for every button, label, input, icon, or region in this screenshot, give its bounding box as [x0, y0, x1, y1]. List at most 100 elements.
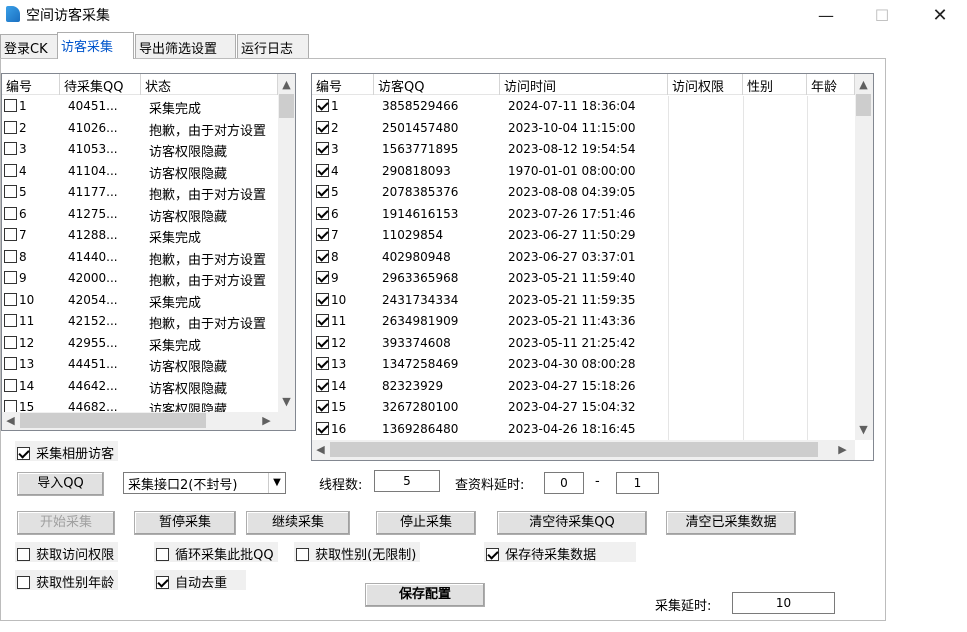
row-checkbox[interactable] — [316, 120, 329, 134]
column-header-status[interactable]: 状态 — [141, 74, 278, 95]
tab-login-ck[interactable]: 登录CK — [0, 34, 58, 58]
save-config-button[interactable]: 保存配置 — [365, 583, 485, 607]
row-checkbox[interactable] — [316, 249, 329, 263]
row-checkbox[interactable] — [316, 421, 329, 435]
table-row[interactable]: 6 41275... 访客权限隐藏 — [2, 204, 278, 226]
get-access-checkbox[interactable]: 获取访问权限 — [15, 542, 119, 563]
table-row[interactable]: 6 1914616153 2023-07-26 17:51:46 — [312, 203, 855, 225]
scroll-down-icon[interactable]: ▼ — [855, 421, 872, 438]
api-select[interactable]: 采集接口2(不封号) ▼ — [123, 472, 286, 494]
table-row[interactable]: 9 2963365968 2023-05-21 11:59:40 — [312, 268, 855, 290]
row-checkbox[interactable] — [4, 378, 17, 392]
auto-dedup-checkbox[interactable]: 自动去重 — [154, 570, 246, 591]
table-row[interactable]: 14 44642... 访客权限隐藏 — [2, 376, 278, 398]
table-row[interactable]: 1 3858529466 2024-07-11 18:36:04 — [312, 96, 855, 118]
table-row[interactable]: 10 2431734334 2023-05-21 11:59:35 — [312, 289, 855, 311]
scroll-left-icon[interactable]: ◀ — [312, 441, 329, 458]
column-header-gender[interactable]: 性别 — [743, 74, 807, 95]
table-row[interactable]: 10 42054... 采集完成 — [2, 290, 278, 312]
scroll-left-icon[interactable]: ◀ — [2, 412, 19, 429]
table-row[interactable]: 5 41177... 抱歉，由于对方设置 — [2, 182, 278, 204]
scroll-right-icon[interactable]: ▶ — [258, 412, 275, 429]
row-checkbox[interactable] — [316, 99, 329, 112]
table-row[interactable]: 4 41104... 访客权限隐藏 — [2, 161, 278, 183]
pending-list-vscroll[interactable]: ▲ ▼ — [278, 74, 295, 412]
minimize-button[interactable]: — — [803, 0, 849, 30]
table-row[interactable]: 9 42000... 抱歉，由于对方设置 — [2, 268, 278, 290]
table-row[interactable]: 8 402980948 2023-06-27 03:37:01 — [312, 246, 855, 268]
tab-export-filter[interactable]: 导出筛选设置 — [135, 34, 236, 58]
collect-delay-input[interactable]: 10 — [732, 592, 835, 614]
scroll-thumb[interactable] — [279, 94, 294, 118]
hscroll-thumb[interactable] — [20, 413, 206, 428]
table-row[interactable]: 5 2078385376 2023-08-08 04:39:05 — [312, 182, 855, 204]
row-checkbox[interactable] — [4, 99, 17, 112]
resume-collect-button[interactable]: 继续采集 — [246, 511, 350, 535]
row-checkbox[interactable] — [316, 228, 329, 241]
row-checkbox[interactable] — [316, 292, 329, 306]
stop-collect-button[interactable]: 停止采集 — [376, 511, 476, 535]
row-checkbox[interactable] — [4, 185, 17, 198]
column-header-visitor-qq[interactable]: 访客QQ — [374, 74, 500, 95]
table-row[interactable]: 8 41440... 抱歉，由于对方设置 — [2, 247, 278, 269]
table-row[interactable]: 4 290818093 1970-01-01 08:00:00 — [312, 160, 855, 182]
threads-input[interactable]: 5 — [374, 470, 440, 492]
table-row[interactable]: 3 1563771895 2023-08-12 19:54:54 — [312, 139, 855, 161]
row-checkbox[interactable] — [316, 335, 329, 349]
row-checkbox[interactable] — [4, 314, 17, 327]
delay-max-input[interactable]: 1 — [616, 472, 659, 494]
get-gender-unlimited-checkbox[interactable]: 获取性别(无限制) — [294, 542, 421, 563]
table-row[interactable]: 12 393374608 2023-05-11 21:25:42 — [312, 332, 855, 354]
visitor-result-list[interactable]: 编号 访客QQ 访问时间 访问权限 性别 年龄 1 3858529466 2024-… — [311, 73, 874, 461]
row-checkbox[interactable] — [316, 206, 329, 220]
scroll-up-icon[interactable]: ▲ — [855, 76, 872, 93]
table-row[interactable]: 15 3267280100 2023-04-27 15:04:32 — [312, 397, 855, 419]
row-checkbox[interactable] — [4, 142, 17, 155]
scroll-thumb[interactable] — [856, 94, 871, 116]
table-row[interactable]: 7 41288... 采集完成 — [2, 225, 278, 247]
table-row[interactable]: 11 42152... 抱歉，由于对方设置 — [2, 311, 278, 333]
row-checkbox[interactable] — [4, 206, 17, 220]
scroll-down-icon[interactable]: ▼ — [278, 393, 295, 410]
column-header-age[interactable]: 年龄 — [807, 74, 855, 95]
row-checkbox[interactable] — [4, 120, 17, 134]
table-row[interactable]: 13 1347258469 2023-04-30 08:00:28 — [312, 354, 855, 376]
row-checkbox[interactable] — [316, 357, 329, 370]
column-header-no[interactable]: 编号 — [312, 74, 374, 95]
table-row[interactable]: 1 40451... 采集完成 — [2, 96, 278, 118]
row-checkbox[interactable] — [4, 335, 17, 349]
column-header-access[interactable]: 访问权限 — [668, 74, 743, 95]
row-checkbox[interactable] — [4, 228, 17, 241]
row-checkbox[interactable] — [4, 292, 17, 306]
clear-pending-qq-button[interactable]: 清空待采集QQ — [497, 511, 647, 535]
table-row[interactable]: 3 41053... 访客权限隐藏 — [2, 139, 278, 161]
row-checkbox[interactable] — [4, 163, 17, 177]
hscroll-thumb[interactable] — [330, 442, 818, 457]
maximize-button[interactable]: ☐ — [859, 0, 905, 30]
row-checkbox[interactable] — [316, 163, 329, 177]
close-button[interactable]: ✕ — [917, 0, 963, 30]
row-checkbox[interactable] — [316, 314, 329, 327]
table-row[interactable]: 2 41026... 抱歉，由于对方设置 — [2, 118, 278, 140]
loop-batch-checkbox[interactable]: 循环采集此批QQ — [154, 542, 278, 563]
column-header-no[interactable]: 编号 — [2, 74, 60, 95]
chevron-down-icon[interactable]: ▼ — [268, 473, 285, 493]
pause-collect-button[interactable]: 暂停采集 — [134, 511, 236, 535]
table-row[interactable]: 16 1369286480 2023-04-26 18:16:45 — [312, 418, 855, 440]
tab-visitor-collect[interactable]: 访客采集 — [57, 32, 134, 59]
delay-min-input[interactable]: 0 — [544, 472, 584, 494]
result-list-hscroll[interactable]: ◀ ▶ — [312, 440, 855, 460]
table-row[interactable]: 13 44451... 访客权限隐藏 — [2, 354, 278, 376]
pending-list-hscroll[interactable]: ◀ ▶ — [2, 412, 295, 430]
result-list-vscroll[interactable]: ▲ ▼ — [855, 74, 873, 440]
start-collect-button[interactable]: 开始采集 — [17, 511, 115, 535]
scroll-right-icon[interactable]: ▶ — [834, 441, 851, 458]
row-checkbox[interactable] — [316, 378, 329, 392]
import-qq-button[interactable]: 导入QQ — [17, 472, 104, 496]
table-row[interactable]: 12 42955... 采集完成 — [2, 333, 278, 355]
row-checkbox[interactable] — [316, 400, 329, 413]
table-row[interactable]: 11 2634981909 2023-05-21 11:43:36 — [312, 311, 855, 333]
table-row[interactable]: 14 82323929 2023-04-27 15:18:26 — [312, 375, 855, 397]
table-row[interactable]: 2 2501457480 2023-10-04 11:15:00 — [312, 117, 855, 139]
row-checkbox[interactable] — [316, 271, 329, 284]
